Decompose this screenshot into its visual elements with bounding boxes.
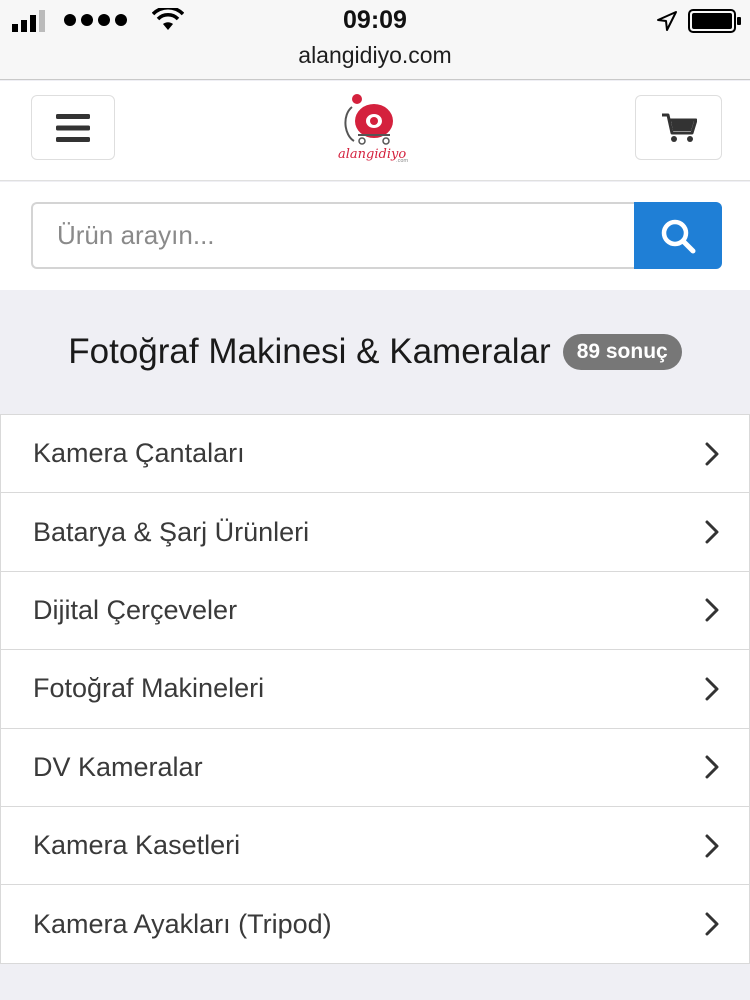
- chevron-right-icon: [705, 520, 719, 544]
- list-item-label: Batarya & Şarj Ürünleri: [33, 516, 310, 547]
- site-header: alangidiyo .com: [0, 81, 750, 181]
- search-icon: [661, 219, 696, 253]
- chevron-right-icon: [705, 598, 719, 622]
- chevron-right-icon: [705, 677, 719, 701]
- search-input[interactable]: [31, 202, 635, 269]
- list-item-label: Fotoğraf Makineleri: [33, 673, 265, 704]
- page-title: Fotoğraf Makinesi & Kameralar: [68, 332, 551, 371]
- search-section: [0, 182, 750, 290]
- menu-button[interactable]: [31, 95, 115, 160]
- cart-button[interactable]: [635, 95, 722, 160]
- list-item[interactable]: Fotoğraf Makineleri: [0, 650, 750, 729]
- list-item[interactable]: Kamera Çantaları: [0, 415, 750, 494]
- result-count-badge: 89 sonuç: [562, 334, 682, 370]
- list-item-label: Kamera Kasetleri: [33, 830, 241, 861]
- list-item-label: Dijital Çerçeveler: [33, 594, 238, 625]
- logo-subtext: .com: [396, 158, 408, 164]
- list-item-label: Kamera Ayakları (Tripod): [33, 908, 332, 939]
- list-item-label: Kamera Çantaları: [33, 438, 245, 469]
- list-item[interactable]: Kamera Kasetleri: [0, 806, 750, 886]
- list-item[interactable]: Batarya & Şarj Ürünleri: [0, 493, 750, 572]
- list-item[interactable]: Dijital Çerçeveler: [0, 571, 750, 651]
- list-item[interactable]: DV Kameralar: [0, 728, 750, 807]
- category-header: Fotoğraf Makinesi & Kameralar 89 sonuç: [0, 290, 750, 414]
- battery-icon: [688, 9, 741, 33]
- chevron-right-icon: [705, 912, 719, 936]
- chevron-right-icon: [705, 834, 719, 858]
- chevron-right-icon: [705, 442, 719, 466]
- list-item-label: DV Kameralar: [33, 751, 203, 782]
- address-bar-url[interactable]: alangidiyo.com: [0, 42, 750, 69]
- list-item[interactable]: Kamera Ayakları (Tripod): [0, 885, 750, 964]
- location-arrow-icon: [657, 11, 677, 31]
- browser-status-bar: 09:09 alangidiyo.com: [0, 0, 750, 80]
- search-button[interactable]: [634, 202, 722, 269]
- shopping-cart-icon: [661, 113, 697, 142]
- status-time: 09:09: [343, 6, 407, 34]
- site-logo[interactable]: alangidiyo .com: [330, 91, 420, 171]
- chevron-right-icon: [705, 755, 719, 779]
- subcategory-list: Kamera Çantaları Batarya & Şarj Ürünleri…: [0, 414, 750, 964]
- hamburger-menu-icon: [56, 113, 90, 142]
